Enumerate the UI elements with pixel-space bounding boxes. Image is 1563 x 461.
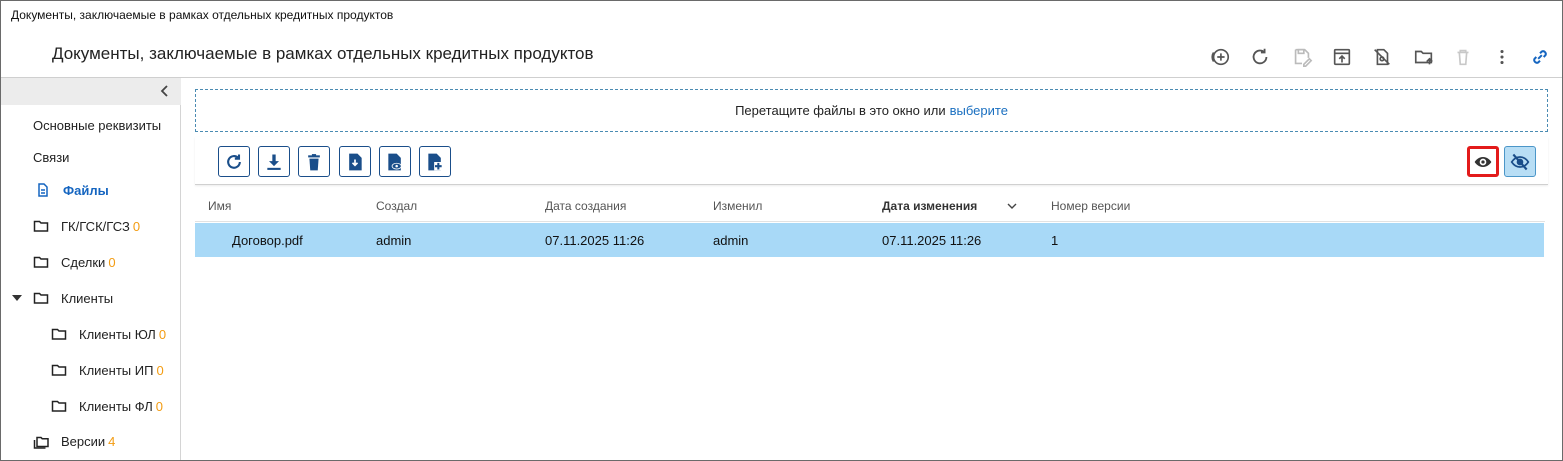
folder-icon — [51, 326, 67, 342]
download-button[interactable] — [258, 146, 290, 177]
document-icon — [35, 182, 51, 198]
sidebar-item-label: Основные реквизиты — [33, 118, 162, 133]
column-created-date[interactable]: Дата создания — [545, 190, 626, 222]
sidebar-item-clients-ul[interactable]: Клиенты ЮЛ 0 — [51, 326, 166, 342]
files-toolbar — [195, 137, 1548, 185]
more-vertical-icon[interactable] — [1487, 42, 1517, 72]
sidebar-item-label: Сделки — [61, 254, 106, 270]
refresh-icon — [227, 154, 241, 169]
add-circle-icon[interactable] — [1205, 42, 1235, 72]
caret-down-icon[interactable] — [12, 295, 22, 301]
sidebar-item-links[interactable]: Связи — [33, 150, 69, 165]
download-icon — [267, 154, 281, 170]
sidebar-item-count: 0 — [132, 218, 141, 234]
sidebar: Основные реквизиты Связи Файлы ГК/ГСК/ГС… — [1, 78, 181, 460]
chevron-left-icon[interactable] — [157, 83, 173, 99]
show-preview-button[interactable] — [1467, 146, 1499, 177]
file-import-icon — [349, 153, 362, 170]
cell-created-by: admin — [376, 232, 412, 248]
open-in-icon[interactable] — [1327, 42, 1357, 72]
sidebar-item-clients-ip[interactable]: Клиенты ИП 0 — [51, 362, 164, 378]
sidebar-item-label: Клиенты ФЛ — [79, 398, 153, 414]
column-modified-by[interactable]: Изменил — [713, 190, 762, 222]
sidebar-item-count: 0 — [155, 398, 163, 414]
sidebar-item-files[interactable]: Файлы — [35, 182, 109, 198]
folder-icon — [33, 254, 49, 270]
dropzone-text: Перетащите файлы в это окно или — [735, 103, 946, 118]
folder-icon — [33, 218, 49, 234]
cell-created-date: 07.11.2025 11:26 — [545, 232, 645, 248]
sidebar-item-main-details[interactable]: Основные реквизиты — [33, 118, 161, 133]
table-header: Имя Создал Дата создания Изменил Дата из… — [195, 190, 1545, 222]
cell-modified-date: 07.11.2025 11:26 — [882, 232, 982, 248]
lock-off-icon[interactable] — [1367, 42, 1397, 72]
file-add-button[interactable] — [419, 146, 451, 177]
sidebar-item-label: Версии — [61, 433, 106, 449]
cell-name: Договор.pdf — [232, 232, 303, 248]
sidebar-item-label: Клиенты — [61, 290, 114, 306]
sidebar-item-count: 0 — [158, 326, 167, 342]
window-title: Документы, заключаемые в рамках отдельны… — [11, 8, 394, 22]
file-preview-button[interactable] — [379, 146, 411, 177]
choose-files-link[interactable]: выберите — [950, 103, 1008, 118]
cell-version: 1 — [1051, 232, 1059, 248]
file-import-button[interactable] — [339, 146, 371, 177]
sidebar-item-count: 4 — [108, 433, 116, 449]
sidebar-item-label: Клиенты ИП — [79, 362, 154, 378]
hide-preview-button[interactable] — [1504, 146, 1536, 177]
column-modified-date[interactable]: Дата изменения — [882, 190, 1017, 222]
eye-off-icon — [1510, 153, 1530, 170]
trash-icon[interactable] — [1448, 42, 1478, 72]
column-label: Дата изменения — [882, 199, 978, 213]
sidebar-item-count: 0 — [108, 254, 116, 270]
sidebar-item-clients-fl[interactable]: Клиенты ФЛ 0 — [51, 398, 163, 414]
eye-icon — [1474, 156, 1492, 167]
file-dropzone[interactable]: Перетащите файлы в это окно или выберите — [195, 89, 1548, 132]
refresh-button[interactable] — [218, 146, 250, 177]
chevron-down-icon — [1007, 203, 1017, 209]
sidebar-item-count: 0 — [156, 362, 164, 378]
delete-icon — [308, 153, 320, 170]
folder-upload-icon[interactable] — [1409, 42, 1439, 72]
sidebar-item-label: Клиенты ЮЛ — [79, 326, 156, 342]
cell-modified-by: admin — [713, 232, 749, 248]
sidebar-item-label: Связи — [33, 150, 70, 165]
sidebar-item-label: Файлы — [63, 182, 109, 198]
delete-button[interactable] — [298, 146, 330, 177]
sidebar-item-deals[interactable]: Сделки 0 — [33, 254, 116, 270]
page-title: Документы, заключаемые в рамках отдельны… — [52, 44, 594, 63]
table-row[interactable]: Договор.pdf admin 07.11.2025 11:26 admin… — [195, 223, 1544, 257]
sidebar-collapse-bar — [1, 78, 181, 105]
file-preview-icon — [388, 153, 402, 170]
column-created-by[interactable]: Создал — [376, 190, 417, 222]
link-icon[interactable] — [1525, 42, 1555, 72]
folder-icon — [33, 290, 49, 306]
sidebar-item-gk[interactable]: ГК/ГСК/ГСЗ 0 — [33, 218, 140, 234]
file-add-icon — [428, 153, 443, 170]
refresh-icon[interactable] — [1245, 42, 1275, 72]
versions-icon — [33, 433, 49, 449]
column-version[interactable]: Номер версии — [1051, 190, 1130, 222]
column-name[interactable]: Имя — [208, 190, 231, 222]
sidebar-item-clients[interactable]: Клиенты — [33, 290, 113, 306]
folder-icon — [51, 362, 67, 378]
sidebar-item-label: ГК/ГСК/ГСЗ — [61, 218, 130, 234]
save-edit-icon[interactable] — [1287, 42, 1317, 72]
folder-icon — [51, 398, 67, 414]
header-divider — [1, 77, 1562, 78]
sidebar-item-versions[interactable]: Версии 4 — [33, 433, 115, 449]
